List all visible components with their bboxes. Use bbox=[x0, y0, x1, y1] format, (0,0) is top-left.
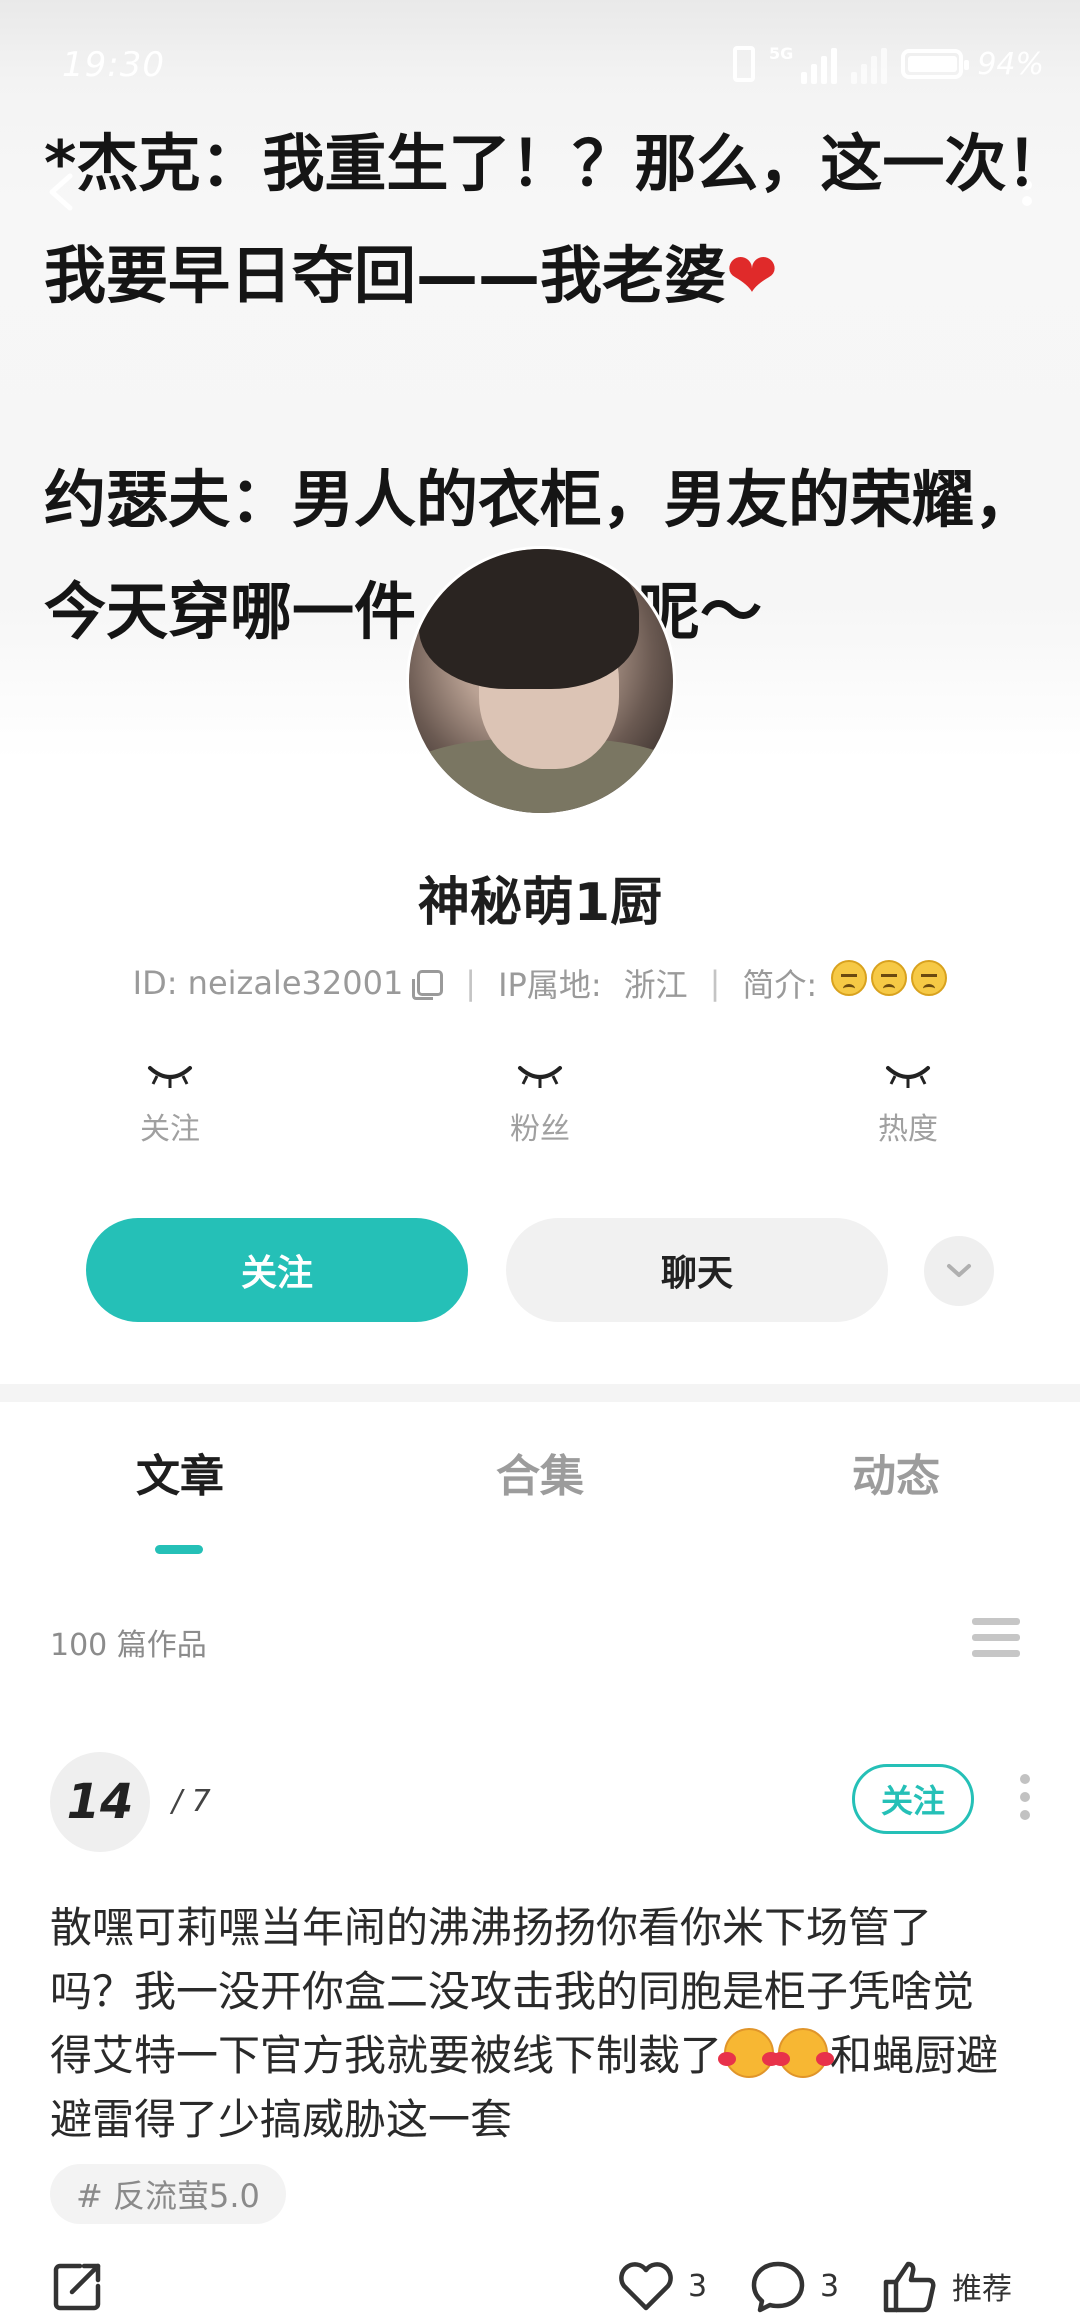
list-view-icon[interactable] bbox=[972, 1618, 1020, 1660]
post-line: 得艾特一下官方我就要被线下制裁了 和蝇厨避 bbox=[50, 2024, 1040, 2088]
post-month: / 7 bbox=[172, 1784, 211, 1819]
closed-eye-icon bbox=[148, 1066, 192, 1088]
section-divider bbox=[0, 1384, 1080, 1402]
profile-meta: ID: neizale32001 | IP属地: 浙江 | 简介: bbox=[0, 960, 1080, 1006]
like-button[interactable]: 3 bbox=[616, 2258, 707, 2314]
signal-icon bbox=[801, 44, 838, 84]
post-follow-button[interactable]: 关注 bbox=[852, 1764, 974, 1834]
status-icons: 5G 94% bbox=[733, 40, 1044, 88]
ip-value: 浙江 bbox=[623, 966, 688, 1004]
stat-following[interactable]: 关注 bbox=[70, 1060, 270, 1148]
heart-outline-icon bbox=[619, 2262, 673, 2311]
post-tag[interactable]: # 反流萤5.0 bbox=[50, 2164, 286, 2224]
post-actions: 3 3 推荐 bbox=[0, 2252, 1080, 2320]
tab-indicator bbox=[155, 1545, 203, 1554]
woozy-face-icon bbox=[911, 960, 948, 996]
comment-icon bbox=[751, 2261, 805, 2313]
meta-divider: | bbox=[465, 964, 477, 1002]
tab-collections[interactable]: 合集 bbox=[420, 1440, 660, 1504]
stats-row: 关注 粉丝 热度 bbox=[0, 1060, 1080, 1180]
thumbs-up-icon bbox=[883, 2261, 936, 2313]
stat-following-label: 关注 bbox=[140, 1112, 200, 1147]
expand-button[interactable] bbox=[924, 1236, 994, 1306]
recommend-button[interactable]: 推荐 bbox=[880, 2258, 1012, 2314]
cover-line: *杰克：我重生了！？那么，这一次！ bbox=[44, 127, 1069, 200]
comment-button[interactable]: 3 bbox=[748, 2258, 839, 2314]
bio-label: 简介: bbox=[742, 966, 818, 1004]
woozy-face-icon bbox=[871, 960, 908, 996]
tab-articles[interactable]: 文章 bbox=[60, 1440, 300, 1504]
hugging-face-icon bbox=[718, 2028, 781, 2078]
post-line: 散嘿可莉嘿当年闹的沸沸扬扬你看你米下场管了 bbox=[50, 1903, 933, 1952]
copy-icon[interactable] bbox=[412, 970, 444, 1000]
signal-2-icon bbox=[851, 44, 888, 84]
nickname: 神秘萌1厨 bbox=[417, 873, 663, 933]
post-day: 14 bbox=[50, 1752, 150, 1852]
stat-fans[interactable]: 粉丝 bbox=[440, 1060, 640, 1148]
status-time: 19:30 bbox=[62, 45, 165, 85]
post-line: 吗？我一没开你盒二没攻击我的同胞是柜子凭啥觉 bbox=[50, 1967, 975, 2016]
closed-eye-icon bbox=[886, 1066, 930, 1088]
stat-fans-label: 粉丝 bbox=[510, 1112, 570, 1147]
cover-line: 约瑟夫：男人的衣柜，男友的荣耀， bbox=[44, 463, 1037, 536]
post-body[interactable]: 散嘿可莉嘿当年闹的沸沸扬扬你看你米下场管了 吗？我一没开你盒二没攻击我的同胞是柜… bbox=[50, 1896, 1040, 2152]
vibrate-icon bbox=[733, 46, 756, 82]
tab-moments[interactable]: 动态 bbox=[776, 1440, 1016, 1504]
ip-label: IP属地: bbox=[498, 966, 602, 1004]
chat-button[interactable]: 聊天 bbox=[506, 1218, 888, 1322]
bio[interactable]: 简介: bbox=[742, 960, 948, 1006]
user-id: ID: neizale32001 bbox=[132, 964, 404, 1002]
closed-eye-icon bbox=[518, 1066, 562, 1088]
post-line: 避雷得了少搞威胁这一套 bbox=[50, 2095, 513, 2144]
avatar[interactable] bbox=[406, 546, 676, 816]
share-icon[interactable] bbox=[50, 2258, 106, 2314]
stat-heat-label: 热度 bbox=[878, 1112, 938, 1147]
stat-heat[interactable]: 热度 bbox=[808, 1060, 1008, 1148]
meta-divider: | bbox=[709, 964, 721, 1002]
network-label: 5G bbox=[769, 43, 794, 63]
comment-count: 3 bbox=[820, 2268, 840, 2304]
works-count: 100 篇作品 bbox=[50, 1628, 207, 1663]
hugging-face-icon bbox=[772, 2028, 835, 2078]
follow-button[interactable]: 关注 bbox=[86, 1218, 468, 1322]
heart-icon: ❤ bbox=[726, 239, 778, 312]
cover-line: 我要早日夺回——我老婆❤ bbox=[44, 239, 778, 312]
like-count: 3 bbox=[688, 2268, 708, 2304]
chevron-down-icon bbox=[947, 1264, 971, 1277]
battery-text: 94% bbox=[977, 46, 1044, 82]
battery-icon bbox=[901, 49, 970, 79]
post-more-icon[interactable] bbox=[1018, 1774, 1032, 1826]
recommend-label: 推荐 bbox=[952, 2272, 1012, 2307]
woozy-face-icon bbox=[831, 960, 868, 996]
